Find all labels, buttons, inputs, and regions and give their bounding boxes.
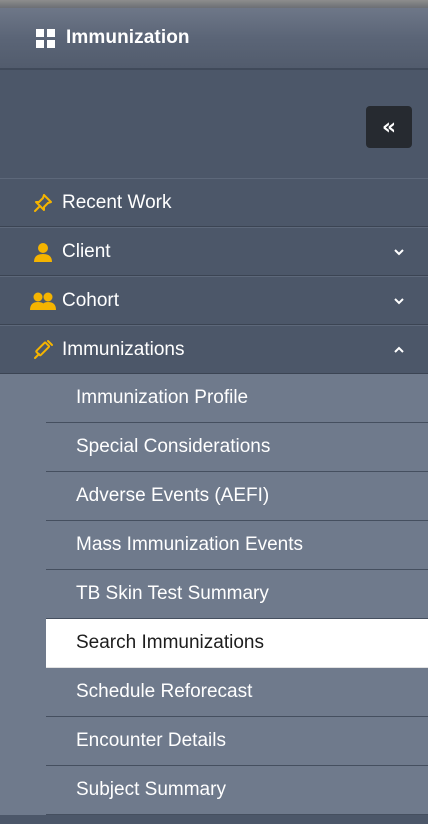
collapse-area: «: [0, 70, 428, 178]
nav-item-label: Client: [62, 240, 111, 262]
sidebar: Immunization « Recent Work Client Cohort…: [0, 0, 428, 824]
top-strip: [0, 0, 428, 8]
syringe-icon: [30, 339, 56, 361]
grid-icon: [36, 28, 55, 48]
submenu-item-immunization-profile[interactable]: Immunization Profile: [46, 374, 428, 423]
nav-item-cohort[interactable]: Cohort: [0, 276, 428, 325]
submenu-item-subject-summary[interactable]: Subject Summary: [46, 766, 428, 815]
sidebar-title: Immunization: [66, 27, 190, 48]
sidebar-header: Immunization: [0, 8, 428, 70]
submenu-item-search-immunizations[interactable]: Search Immunizations: [46, 619, 428, 668]
person-icon: [30, 241, 56, 263]
nav-item-immunizations[interactable]: Immunizations: [0, 325, 428, 374]
chevron-down-icon: [394, 248, 404, 255]
chevron-up-icon: [394, 346, 404, 353]
nav-item-label: Recent Work: [62, 191, 172, 213]
immunizations-submenu: Immunization Profile Special Considerati…: [0, 374, 428, 815]
chevron-down-icon: [394, 297, 404, 304]
submenu-item-tb-skin-test-summary[interactable]: TB Skin Test Summary: [46, 570, 428, 619]
submenu-item-adverse-events[interactable]: Adverse Events (AEFI): [46, 472, 428, 521]
nav-item-label: Cohort: [62, 289, 120, 311]
collapse-sidebar-button[interactable]: «: [366, 106, 412, 148]
pin-icon: [30, 192, 56, 214]
submenu-item-special-considerations[interactable]: Special Considerations: [46, 423, 428, 472]
nav-item-client[interactable]: Client: [0, 227, 428, 276]
submenu-item-encounter-details[interactable]: Encounter Details: [46, 717, 428, 766]
nav-item-recent-work[interactable]: Recent Work: [0, 178, 428, 227]
nav-item-label: Immunizations: [62, 338, 185, 360]
group-icon: [30, 290, 56, 312]
submenu-item-schedule-reforecast[interactable]: Schedule Reforecast: [46, 668, 428, 717]
submenu-item-mass-immunization-events[interactable]: Mass Immunization Events: [46, 521, 428, 570]
